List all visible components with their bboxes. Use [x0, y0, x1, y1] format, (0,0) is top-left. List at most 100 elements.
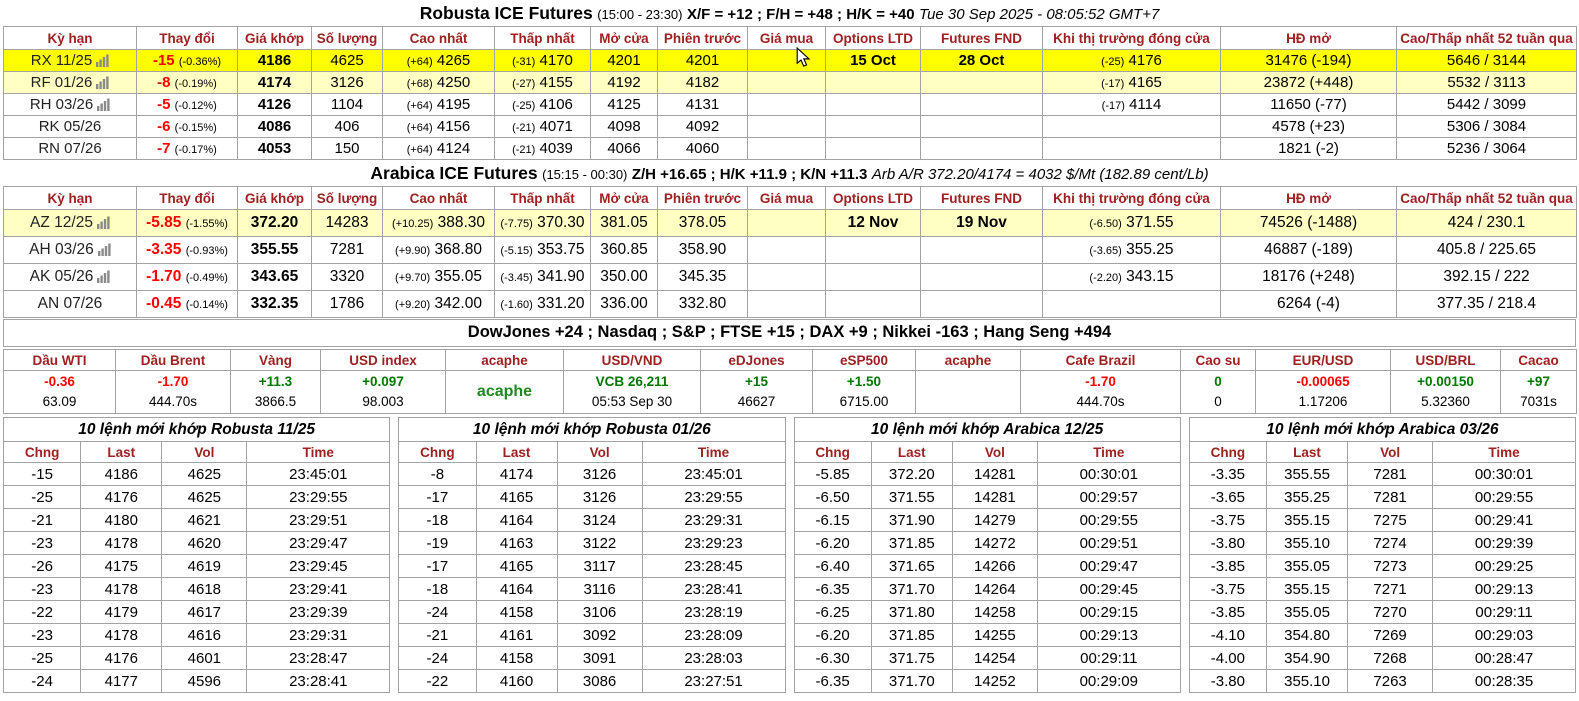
high-cell: (+68) 4250 [382, 71, 495, 94]
last-cell: 4165 [475, 554, 558, 578]
low-value: 4106 [539, 96, 573, 113]
chart-icon[interactable] [96, 54, 109, 67]
contract-label: RN 07/26 [38, 140, 102, 157]
chng-cell: -5.85 [793, 462, 872, 486]
chng-cell: -4.10 [1188, 623, 1268, 647]
order-row: -6.20 371.85 14272 00:29:51 [793, 531, 1181, 555]
column-header: Futures FND [920, 186, 1043, 210]
market-column-header: Cao su [1180, 349, 1256, 371]
market-change: VCB 26,211 [595, 374, 669, 389]
market-cell [915, 370, 1021, 414]
order-column-header: Chng [398, 441, 477, 463]
low-value: 353.75 [537, 241, 585, 258]
last-cell: 371.80 [870, 600, 953, 624]
vol-cell: 7275 [1347, 508, 1434, 532]
futures-fnd-cell [920, 236, 1043, 264]
chng-cell: -18 [398, 577, 477, 601]
last-cell: 4158 [475, 646, 558, 670]
vol-cell: 3124 [556, 508, 643, 532]
contract-label: RF 01/26 [30, 74, 93, 91]
change-value: -7 [157, 140, 171, 157]
week52-high-low-cell: 405.8 / 225.65 [1396, 236, 1577, 264]
contract-cell: RX 11/25 [3, 49, 137, 72]
market-column-header: USD index [320, 349, 446, 371]
close-cell: (-2.20) 343.15 [1042, 263, 1221, 291]
low-delta: (-25) [512, 100, 536, 112]
column-header: Options LTD [825, 186, 921, 210]
low-value: 4155 [539, 74, 573, 91]
market-value: 6715.00 [839, 394, 889, 409]
column-header: Options LTD [825, 26, 921, 50]
column-header: Khi thị trường đóng cửa [1042, 26, 1221, 50]
time-cell: 23:29:51 [246, 508, 391, 532]
vol-cell: 4601 [161, 646, 248, 670]
vol-cell: 7273 [1347, 554, 1434, 578]
time-cell: 23:28:19 [641, 600, 786, 624]
time-cell: 00:29:39 [1432, 531, 1576, 555]
column-header: Giá khớp [237, 186, 312, 210]
chart-icon[interactable] [97, 270, 110, 283]
chng-cell: -25 [2, 485, 82, 509]
week52-high-low-cell: 5646 / 3144 [1396, 49, 1577, 72]
high-value: 4265 [436, 52, 471, 69]
futures-fnd-cell [920, 71, 1043, 94]
time-cell: 00:29:55 [1432, 485, 1576, 509]
order-row: -3.75 355.15 7271 00:29:13 [1188, 577, 1576, 601]
time-cell: 23:29:41 [246, 577, 391, 601]
futures-fnd-cell [920, 115, 1043, 138]
chng-cell: -26 [2, 554, 82, 578]
change-percent: (-0.12%) [174, 100, 217, 112]
vol-cell: 3086 [556, 669, 643, 693]
chart-icon[interactable] [96, 76, 109, 89]
market-value: 7031s [1520, 394, 1557, 409]
low-delta: (-27) [512, 78, 536, 90]
vol-cell: 3091 [556, 646, 643, 670]
time-cell: 00:29:11 [1432, 600, 1576, 624]
market-value: 444.70s [148, 394, 198, 409]
arabica-header-row: Kỳ hạn Thay đổi Giá khớp Số lượng Cao nhất Th… [3, 186, 1577, 210]
order-row: -3.85 355.05 7273 00:29:25 [1188, 554, 1576, 578]
chart-icon[interactable] [97, 98, 110, 111]
time-cell: 00:28:47 [1432, 646, 1576, 670]
column-header: Futures FND [920, 26, 1043, 50]
futures-row: AH 03/26 -3.35 (-0.93%) 355.55 7281 (+9.… [3, 236, 1577, 264]
chart-icon[interactable] [97, 243, 111, 256]
order-row: -3.65 355.25 7281 00:29:55 [1188, 485, 1576, 509]
futures-fnd-cell [920, 137, 1043, 160]
change-cell: -1.70 (-0.49%) [136, 263, 238, 291]
change-percent: (-0.14%) [185, 299, 228, 311]
last-cell: 371.70 [870, 669, 953, 693]
prev-session-cell: 378.05 [657, 209, 748, 237]
order-column-header: Chng [1188, 441, 1268, 463]
close-cell: (-17) 4114 [1042, 93, 1221, 116]
low-value: 4039 [539, 140, 573, 157]
futures-row: RK 05/26 -6 (-0.15%) 4086 406 (+64) 4156… [3, 115, 1577, 138]
market-cell: +11.3 3866.5 [230, 370, 321, 414]
change-percent: (-0.17%) [174, 144, 217, 156]
arabica-section: Arabica ICE Futures (15:15 - 00:30) Z/H … [0, 160, 1579, 318]
contract-label: AK 05/26 [29, 268, 94, 285]
vol-cell: 3092 [556, 623, 643, 647]
prev-session-cell: 4201 [657, 49, 748, 72]
chart-icon[interactable] [96, 216, 110, 229]
vol-cell: 3122 [556, 531, 643, 555]
market-change: 0 [1214, 374, 1222, 389]
last-cell: 355.05 [1265, 554, 1349, 578]
contract-cell: RN 07/26 [3, 137, 137, 160]
high-cell: (+10.25) 388.30 [382, 209, 495, 237]
vol-cell: 4625 [161, 462, 248, 486]
order-column-header: Last [80, 441, 163, 463]
vol-cell: 14266 [951, 554, 1038, 578]
open-interest-cell: 1821 (-2) [1220, 137, 1397, 160]
column-header: Thấp nhất [494, 26, 591, 50]
time-cell: 00:29:15 [1036, 600, 1181, 624]
change-cell: -6 (-0.15%) [136, 115, 238, 138]
vol-cell: 4625 [161, 485, 248, 509]
vol-cell: 14281 [951, 485, 1038, 509]
high-cell: (+9.70) 355.05 [382, 263, 495, 291]
chng-cell: -22 [398, 669, 477, 693]
chng-cell: -3.65 [1188, 485, 1268, 509]
order-row: -6.25 371.80 14258 00:29:15 [793, 600, 1181, 624]
last-price-cell: 355.55 [237, 236, 312, 264]
prev-session-cell: 4182 [657, 71, 748, 94]
